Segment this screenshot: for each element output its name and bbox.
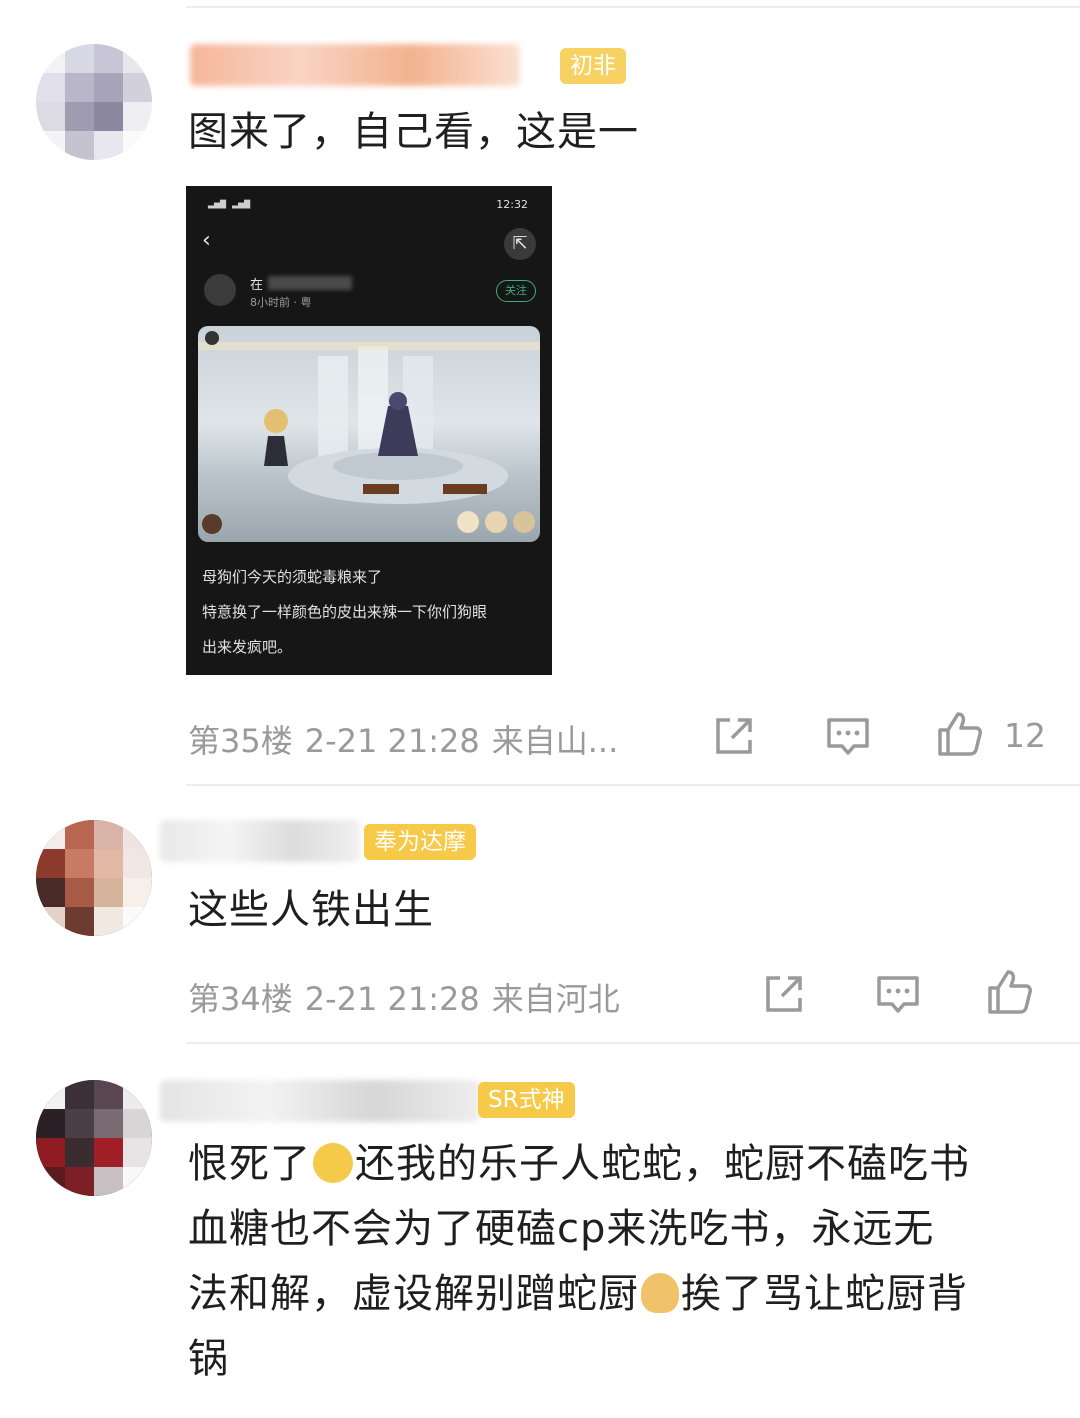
post-username: 在 [250, 278, 264, 293]
comment-line: 恨死了 还我的乐子人蛇蛇，蛇厨不磕吃书 [188, 1132, 1068, 1197]
thumbs-up-icon[interactable] [936, 710, 984, 758]
comment-meta: 第34楼 2-21 21:28 来自河北 [188, 974, 632, 1020]
emoji-icon [641, 1273, 679, 1313]
comment-icon[interactable] [874, 970, 922, 1018]
user-badge: 初非 [560, 48, 626, 84]
avatar[interactable] [36, 44, 152, 160]
floor-number: 第35楼 [188, 722, 293, 760]
top-divider [186, 6, 1080, 8]
thinking-emoji-icon [313, 1143, 353, 1183]
user-badge: 奉为达摩 [364, 824, 476, 860]
comment-location: 来自山... [491, 722, 619, 760]
caption-line: 母狗们今天的须蛇毒粮来了 [202, 568, 383, 586]
comment-line-text: 挨了骂让蛇厨背 [681, 1271, 968, 1317]
comment-time: 2-21 21:28 [304, 980, 480, 1018]
comment-line-text: 法和解，虚设解别蹭蛇厨 [188, 1271, 639, 1317]
avatar[interactable] [36, 1080, 152, 1196]
comment-text: 图来了，自己看，这是一 [188, 109, 639, 155]
comment-line: 法和解，虚设解别蹭蛇厨 挨了骂让蛇厨背 [188, 1262, 1068, 1327]
back-icon: ‹ [202, 228, 211, 253]
comment-location: 来自河北 [491, 980, 620, 1018]
status-bar-signal: ▂▄▆ ▂▄▆ [208, 198, 251, 209]
comment-text: 恨死了 还我的乐子人蛇蛇，蛇厨不磕吃书 血糖也不会为了硬磕cp来洗吃书，永远无 法… [188, 1132, 1068, 1392]
follow-button: 关注 [496, 280, 536, 302]
post-caption: 母狗们今天的须蛇毒粮来了 特意换了一样颜色的皮出来辣一下你们狗眼 出来发疯吧。 [202, 560, 487, 665]
status-bar-time: 12:32 [496, 198, 528, 211]
comment-icon[interactable] [824, 712, 872, 760]
avatar[interactable] [36, 820, 152, 936]
post-username-blurred [268, 276, 352, 290]
comment-line-text: 还我的乐子人蛇蛇，蛇厨不磕吃书 [355, 1141, 970, 1187]
comment-time: 2-21 21:28 [304, 722, 480, 760]
comment-line: 锅 [188, 1336, 229, 1382]
post-avatar [204, 274, 236, 306]
embedded-screenshot[interactable]: ▂▄▆ ▂▄▆ 12:32 ‹ ⇱ 在 8小时前 · 粤 关注 母狗们今天的须蛇 [186, 186, 552, 675]
caption-line: 出来发疯吧。 [202, 638, 293, 656]
post-time: 8小时前 · 粤 [250, 296, 312, 309]
comment-divider [186, 784, 1080, 786]
caption-line: 特意换了一样颜色的皮出来辣一下你们狗眼 [202, 603, 488, 621]
thumbs-up-icon[interactable] [986, 968, 1034, 1016]
user-badge: SR式神 [478, 1082, 575, 1118]
comment-meta: 第35楼 2-21 21:28 来自山... [188, 716, 630, 762]
share-icon[interactable] [760, 970, 808, 1018]
share-icon: ⇱ [504, 228, 536, 260]
comment-line: 血糖也不会为了硬磕cp来洗吃书，永远无 [188, 1206, 935, 1252]
share-icon[interactable] [710, 712, 758, 760]
username-blurred[interactable] [160, 1080, 480, 1122]
like-count: 12 [1004, 716, 1046, 755]
comment-line-text: 恨死了 [188, 1141, 311, 1187]
floor-number: 第34楼 [188, 980, 293, 1018]
username-blurred[interactable] [160, 820, 360, 862]
comment-divider [186, 1042, 1080, 1044]
comment-text: 这些人铁出生 [188, 887, 434, 933]
game-scene-image [198, 326, 540, 542]
username-blurred[interactable] [190, 44, 520, 86]
